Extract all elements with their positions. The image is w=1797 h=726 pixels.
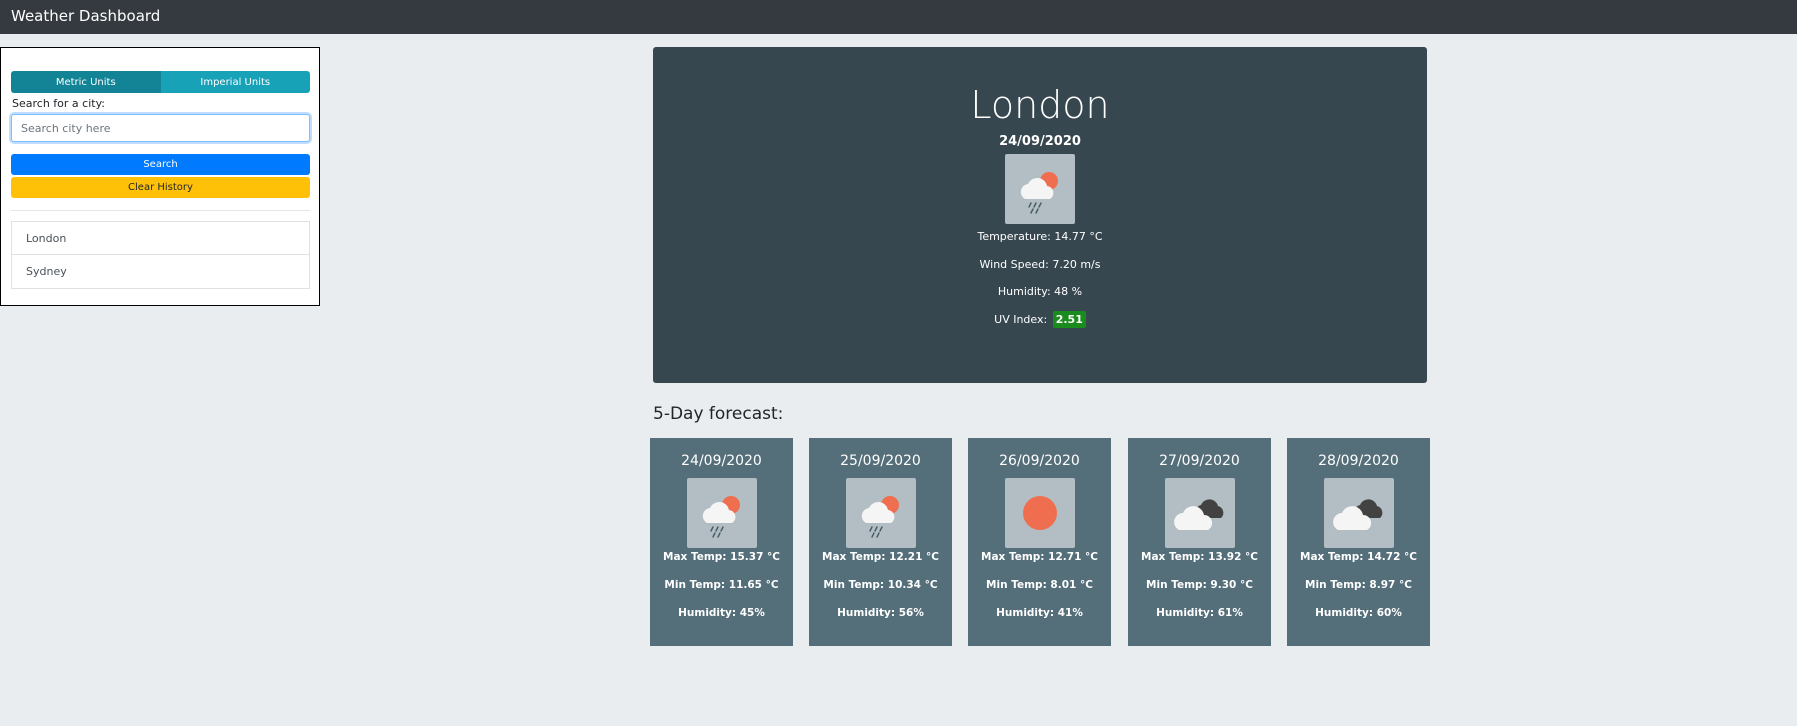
rain-sun-icon — [687, 478, 757, 548]
uv-index-badge: 2.51 — [1052, 311, 1086, 328]
forecast-humidity: Humidity: 45% — [678, 607, 765, 619]
forecast-card: 26/09/2020 Max Temp: 12.71 °C Min Temp: … — [968, 438, 1111, 646]
current-wind-speed: Wind Speed: 7.20 m/s — [979, 258, 1101, 271]
forecast-title: 5-Day forecast: — [653, 404, 784, 424]
current-humidity: Humidity: 48 % — [997, 285, 1083, 298]
current-date: 24/09/2020 — [999, 134, 1081, 149]
forecast-date: 26/09/2020 — [999, 453, 1080, 469]
forecast-min-temp: Min Temp: 10.34 °C — [823, 579, 938, 591]
history-item-sydney[interactable]: Sydney — [11, 255, 310, 289]
forecast-min-temp: Min Temp: 9.30 °C — [1146, 579, 1253, 591]
metric-units-button[interactable]: Metric Units — [11, 71, 161, 93]
forecast-humidity: Humidity: 61% — [1156, 607, 1243, 619]
forecast-date: 27/09/2020 — [1159, 453, 1240, 469]
forecast-min-temp: Min Temp: 8.01 °C — [986, 579, 1093, 591]
forecast-date: 28/09/2020 — [1318, 453, 1399, 469]
forecast-humidity: Humidity: 60% — [1315, 607, 1402, 619]
forecast-card: 25/09/2020 Max Temp: 12.21 °C Min Temp: … — [809, 438, 952, 646]
forecast-humidity: Humidity: 56% — [837, 607, 924, 619]
forecast-max-temp: Max Temp: 12.21 °C — [822, 551, 939, 563]
forecast-card: 27/09/2020 Max Temp: 13.92 °C Min Temp: … — [1128, 438, 1271, 646]
app-title: Weather Dashboard — [11, 7, 161, 25]
current-uv-row: UV Index: 2.51 — [653, 311, 1427, 328]
forecast-card: 28/09/2020 Max Temp: 14.72 °C Min Temp: … — [1287, 438, 1430, 646]
forecast-humidity: Humidity: 41% — [996, 607, 1083, 619]
search-label: Search for a city: — [12, 97, 105, 110]
forecast-date: 25/09/2020 — [840, 453, 921, 469]
navbar: Weather Dashboard — [0, 0, 1797, 34]
clear-history-button[interactable]: Clear History — [11, 177, 310, 198]
forecast-card: 24/09/2020 Max Temp: 15.37 °C Min Temp: … — [650, 438, 793, 646]
rain-sun-icon — [1005, 154, 1075, 224]
unit-toggle: Metric Units Imperial Units — [11, 71, 310, 93]
sidebar-panel: Metric Units Imperial Units Search for a… — [0, 47, 320, 306]
forecast-max-temp: Max Temp: 13.92 °C — [1141, 551, 1258, 563]
current-temperature: Temperature: 14.77 °C — [977, 230, 1103, 243]
sun-icon — [1005, 478, 1075, 548]
imperial-units-button[interactable]: Imperial Units — [160, 71, 310, 93]
uv-index-label: UV Index: — [994, 313, 1048, 326]
forecast-min-temp: Min Temp: 8.97 °C — [1305, 579, 1412, 591]
search-history-list: London Sydney — [11, 221, 310, 289]
forecast-max-temp: Max Temp: 15.37 °C — [663, 551, 780, 563]
history-item-london[interactable]: London — [11, 221, 310, 255]
clouds-icon — [1324, 478, 1394, 548]
search-button[interactable]: Search — [11, 154, 310, 175]
current-city-name: London — [970, 83, 1110, 127]
forecast-max-temp: Max Temp: 14.72 °C — [1300, 551, 1417, 563]
current-weather-panel: London 24/09/2020 Temperature: 14.77 °C … — [653, 47, 1427, 383]
rain-sun-icon — [846, 478, 916, 548]
divider — [11, 210, 310, 211]
forecast-max-temp: Max Temp: 12.71 °C — [981, 551, 1098, 563]
forecast-date: 24/09/2020 — [681, 453, 762, 469]
clouds-icon — [1165, 478, 1235, 548]
city-search-input[interactable] — [11, 114, 310, 142]
forecast-min-temp: Min Temp: 11.65 °C — [664, 579, 779, 591]
